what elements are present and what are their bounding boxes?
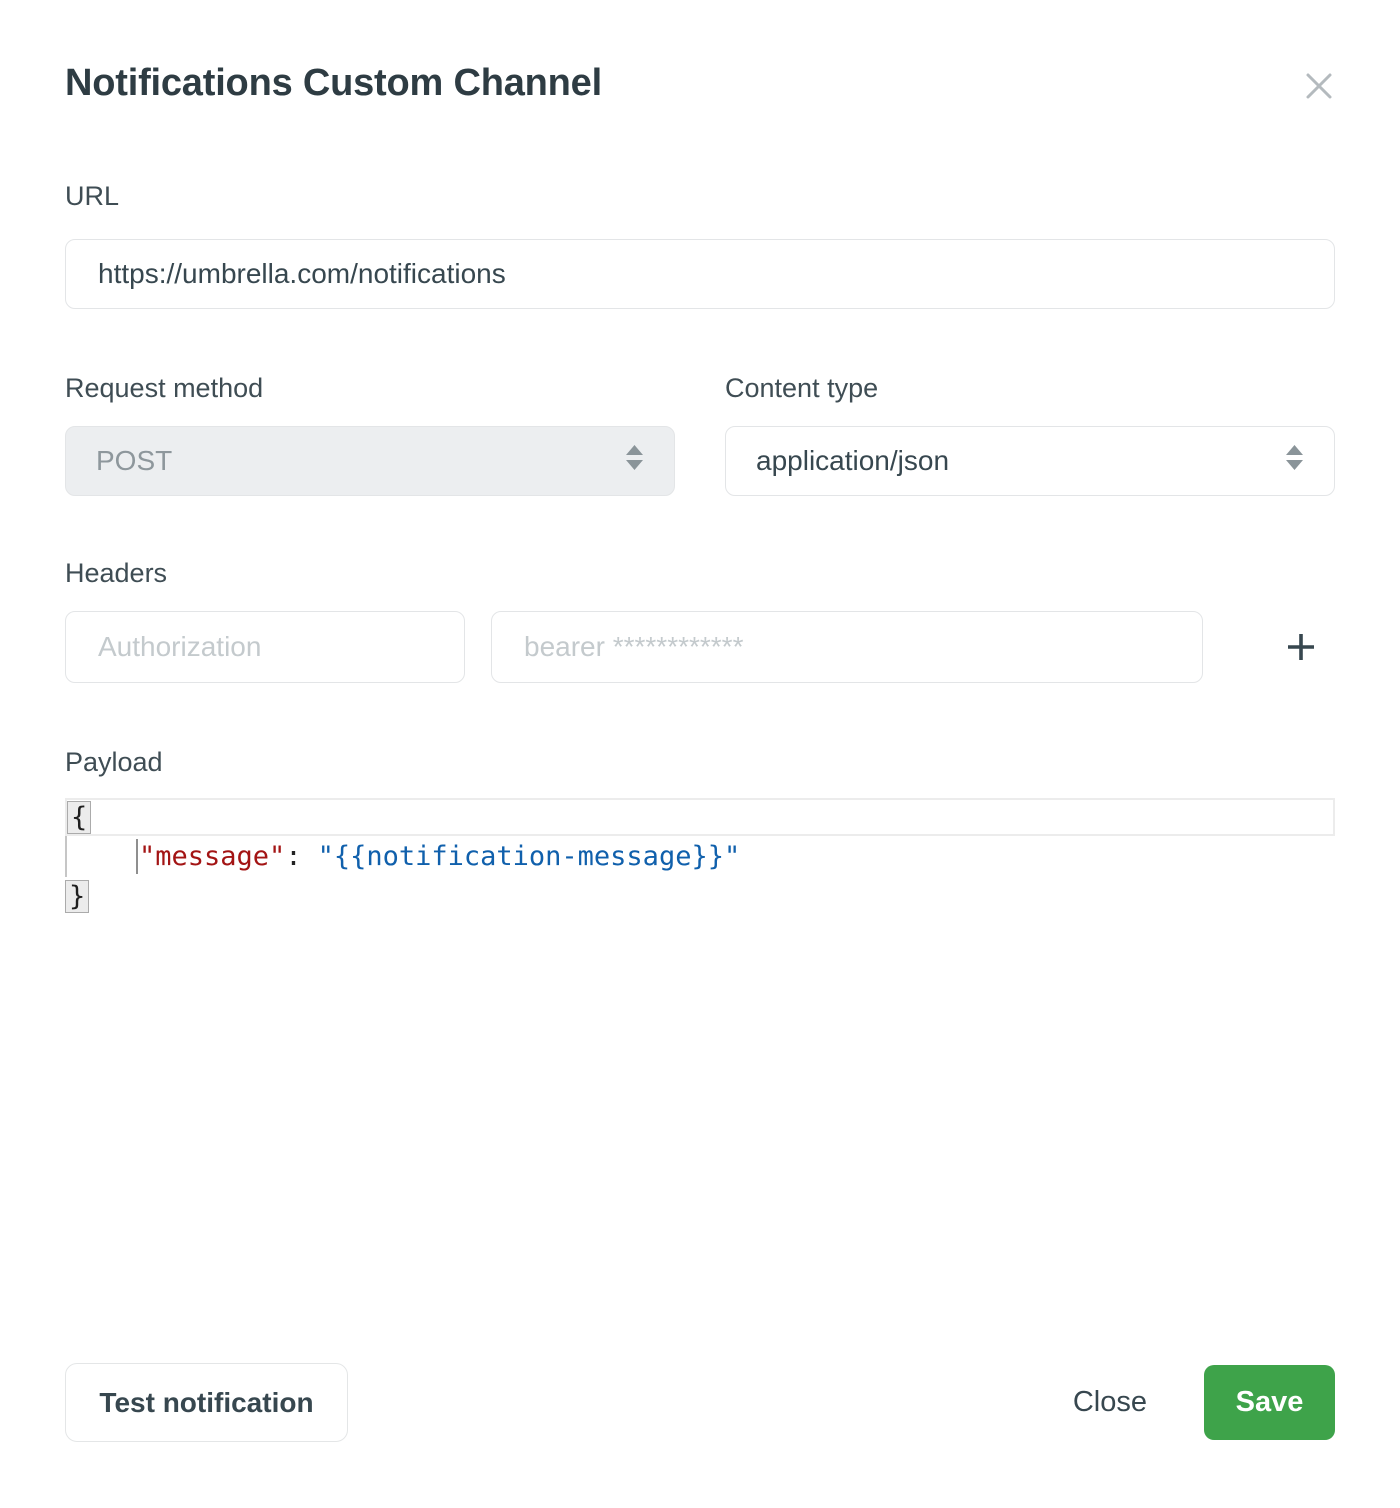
content-type-select[interactable]: application/json	[725, 426, 1335, 496]
content-type-value: application/json	[756, 445, 949, 477]
url-input[interactable]	[65, 239, 1335, 309]
header-name-input[interactable]	[65, 611, 465, 683]
request-method-select[interactable]: POST	[65, 426, 675, 496]
code-value-token: "{{notification-message}}"	[318, 841, 741, 872]
code-key-token: "message"	[139, 841, 285, 872]
url-field-group: URL	[65, 181, 1335, 309]
close-brace-token: }	[65, 880, 89, 913]
payload-group: Payload { "message" : "{{notification-me…	[65, 747, 1335, 915]
headers-label: Headers	[65, 558, 1335, 589]
request-method-value: POST	[96, 445, 172, 477]
code-line-1: {	[65, 798, 1335, 836]
header-row	[65, 611, 1335, 683]
dialog-header: Notifications Custom Channel	[65, 0, 1335, 105]
up-down-chevrons-icon	[625, 444, 644, 478]
content-type-label: Content type	[725, 373, 1335, 404]
method-content-row: Request method POST Content type applica…	[65, 373, 1335, 496]
code-colon-token: :	[285, 841, 301, 872]
content-type-group: Content type application/json	[725, 373, 1335, 496]
close-dialog-button[interactable]: Close	[1073, 1386, 1147, 1419]
test-notification-button[interactable]: Test notification	[65, 1363, 348, 1442]
add-header-button[interactable]	[1281, 627, 1321, 667]
close-x-icon	[1303, 90, 1335, 105]
request-method-group: Request method POST	[65, 373, 675, 496]
request-method-label: Request method	[65, 373, 675, 404]
header-value-input[interactable]	[491, 611, 1203, 683]
text-cursor	[136, 839, 138, 874]
dialog-title: Notifications Custom Channel	[65, 62, 602, 105]
code-line-3: }	[65, 877, 1335, 915]
url-label: URL	[65, 181, 1335, 212]
headers-group: Headers	[65, 558, 1335, 683]
dialog-footer: Test notification Close Save	[65, 1363, 1335, 1442]
plus-icon	[1285, 651, 1317, 666]
up-down-chevrons-icon	[1285, 444, 1304, 478]
code-line-2: "message" : "{{notification-message}}"	[65, 836, 1335, 877]
payload-code-editor[interactable]: { "message" : "{{notification-message}}"…	[65, 798, 1335, 915]
open-brace-token: {	[67, 801, 91, 834]
close-button[interactable]	[1303, 70, 1335, 102]
notifications-custom-channel-dialog: Notifications Custom Channel URL Request…	[0, 0, 1400, 1508]
save-button[interactable]: Save	[1204, 1365, 1335, 1440]
payload-label: Payload	[65, 747, 1335, 778]
